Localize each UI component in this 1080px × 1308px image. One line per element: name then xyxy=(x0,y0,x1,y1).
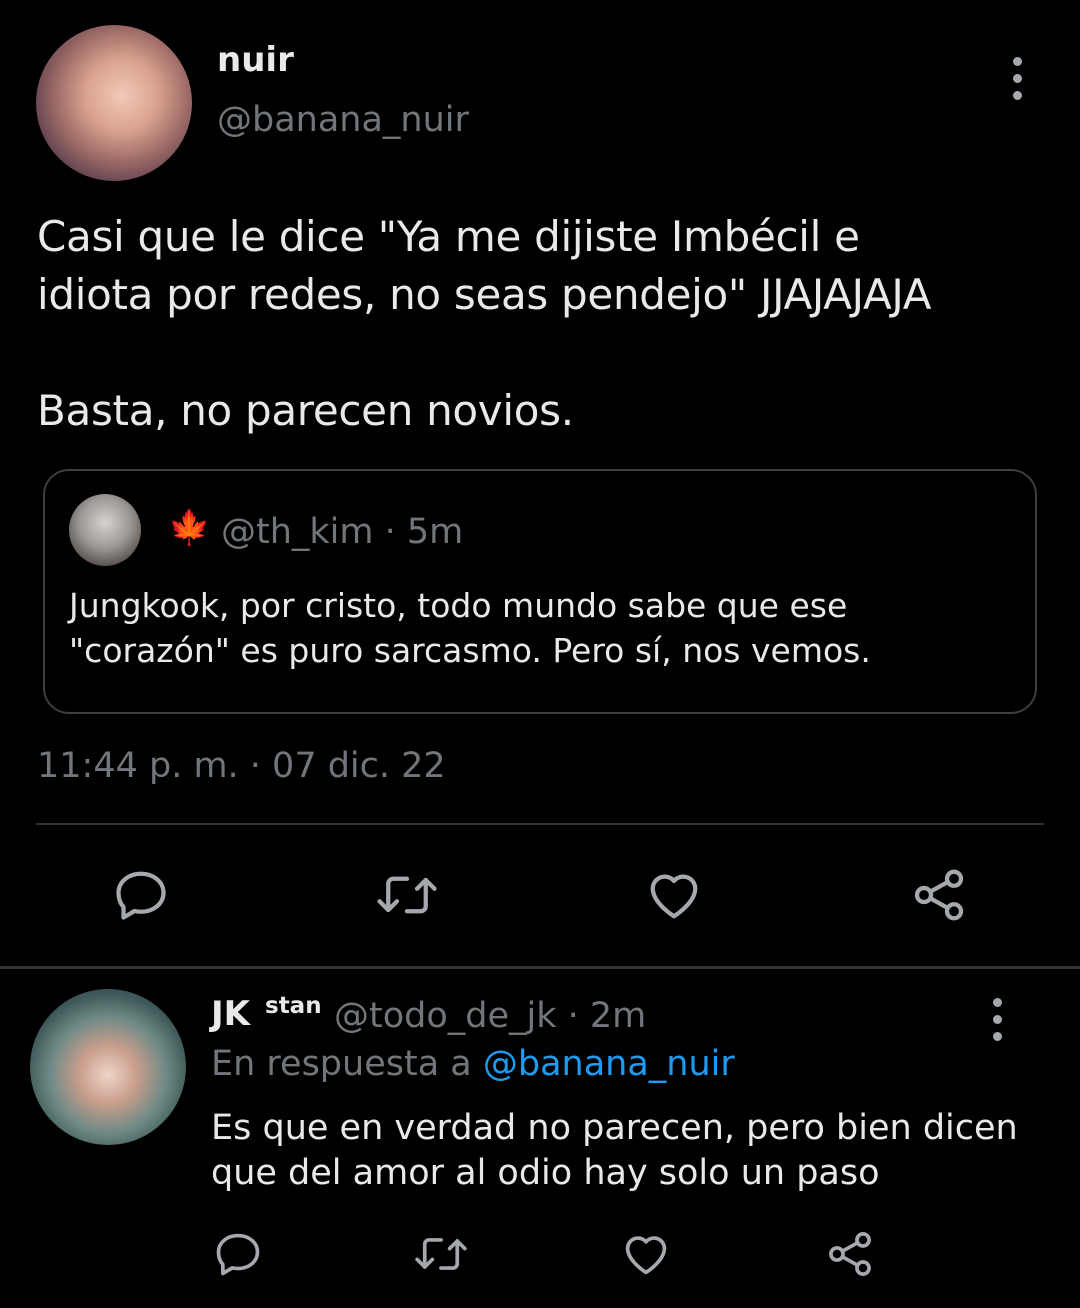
reply-icon[interactable] xyxy=(110,864,172,926)
share-icon[interactable] xyxy=(822,1226,878,1282)
reply-author-display-name[interactable]: JK xyxy=(211,994,250,1034)
reply-context-label: En respuesta a xyxy=(211,1044,483,1084)
quoted-author-handle: @th_kim · 5m xyxy=(221,512,464,552)
heart-icon[interactable] xyxy=(643,864,705,926)
reply-author-handle[interactable]: @todo_de_jk · 2m xyxy=(334,996,646,1036)
tweet-text: Casi que le dice "Ya me dijiste Imbécil … xyxy=(37,212,932,435)
section-divider xyxy=(0,966,1080,969)
reply-author-avatar[interactable] xyxy=(30,989,186,1145)
tweet-timestamp: 11:44 p. m. · 07 dic. 22 xyxy=(37,746,446,786)
more-vertical-icon[interactable] xyxy=(991,998,1003,1041)
retweet-icon[interactable] xyxy=(373,864,441,926)
reply-icon[interactable] xyxy=(210,1226,266,1282)
author-handle[interactable]: @banana_nuir xyxy=(217,100,469,140)
heart-icon[interactable] xyxy=(618,1226,674,1282)
more-vertical-icon[interactable] xyxy=(1011,57,1023,100)
reply-context: En respuesta a @banana_nuir xyxy=(211,1044,735,1084)
author-display-name[interactable]: nuir xyxy=(217,40,294,80)
quoted-author-avatar xyxy=(69,494,141,566)
divider xyxy=(36,823,1044,825)
reply-author-name-superscript[interactable]: stan xyxy=(265,993,322,1019)
author-avatar[interactable] xyxy=(36,25,192,181)
retweet-icon[interactable] xyxy=(410,1226,472,1282)
maple-leaf-icon: 🍁 xyxy=(168,508,211,548)
quoted-tweet-text: Jungkook, por cristo, todo mundo sabe qu… xyxy=(69,586,871,670)
share-icon[interactable] xyxy=(908,864,970,926)
reply-context-mention[interactable]: @banana_nuir xyxy=(483,1044,735,1084)
reply-tweet-text: Es que en verdad no parecen, pero bien d… xyxy=(211,1108,1018,1193)
